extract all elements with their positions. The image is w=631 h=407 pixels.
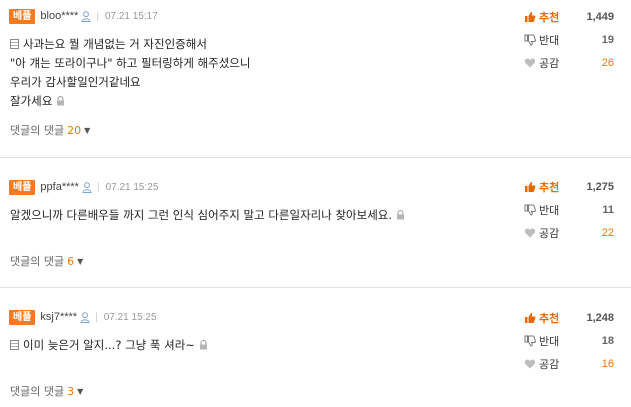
sympathy-count: 16 bbox=[601, 357, 614, 370]
vote-panel: 추천 1,449 반대 19 공감 26 bbox=[524, 5, 614, 74]
comment-date: 07.21 15:17 bbox=[104, 10, 158, 22]
replies-toggle[interactable]: 댓글의 댓글 3 ▼ bbox=[10, 383, 83, 399]
oppose-button[interactable]: 반대 11 bbox=[524, 198, 614, 221]
vote-panel: 추천 1,248 반대 18 공감 16 bbox=[524, 306, 614, 375]
chevron-down-icon: ▼ bbox=[77, 386, 84, 396]
best-badge: 베플 bbox=[9, 179, 36, 195]
thumbs-up-icon bbox=[525, 11, 536, 22]
thumbs-down-icon bbox=[524, 335, 536, 347]
oppose-button[interactable]: 반대 18 bbox=[524, 329, 614, 352]
chevron-down-icon: ▼ bbox=[77, 256, 84, 266]
divider bbox=[0, 157, 631, 158]
recommend-count: 1,275 bbox=[586, 180, 614, 193]
memo-icon bbox=[10, 340, 19, 350]
oppose-count: 19 bbox=[601, 33, 614, 46]
thumbs-up-icon bbox=[525, 312, 536, 323]
separator: | bbox=[95, 311, 98, 323]
username[interactable]: ppfa**** bbox=[40, 181, 79, 193]
replies-label: 댓글의 댓글 bbox=[10, 385, 65, 398]
separator: | bbox=[96, 10, 99, 22]
comment-text-line: "아 걔는 또라이구나" 하고 필터링하게 해주셨으니 bbox=[10, 56, 251, 70]
comment-date: 07.21 15:25 bbox=[105, 181, 159, 193]
comment-text-line: 알겠으니까 다른배우들 까지 그런 인식 심어주지 말고 다른일자리나 찾아보세… bbox=[10, 208, 393, 222]
comment-item: 베플 ppfa**** | 07.21 15:25 알겠으니까 다른배우들 까지… bbox=[0, 172, 631, 282]
recommend-count: 1,449 bbox=[586, 10, 614, 23]
comment-body: 사과는요 뭘 개념없는 거 자진인증해서 "아 걔는 또라이구나" 하고 필터링… bbox=[10, 35, 250, 111]
best-badge: 베플 bbox=[9, 8, 36, 24]
recommend-button[interactable]: 추천 1,275 bbox=[524, 175, 614, 198]
lock-icon bbox=[199, 340, 207, 350]
replies-label: 댓글의 댓글 bbox=[10, 124, 65, 137]
comment-text-line: 잘가세요 bbox=[10, 94, 53, 108]
comment-text-line: 사과는요 뭘 개념없는 거 자진인증해서 bbox=[23, 37, 207, 51]
sympathy-button[interactable]: 공감 22 bbox=[524, 221, 614, 244]
replies-toggle[interactable]: 댓글의 댓글 6 ▼ bbox=[10, 253, 83, 269]
vote-panel: 추천 1,275 반대 11 공감 22 bbox=[524, 175, 614, 244]
comment-item: 베플 ksj7**** | 07.21 15:25 이미 늦은거 알지...? … bbox=[0, 302, 631, 407]
comment-meta: 베플 ksj7**** | 07.21 15:25 bbox=[9, 309, 157, 325]
username[interactable]: ksj7**** bbox=[40, 311, 77, 323]
comment-item: 베플 bloo**** | 07.21 15:17 사과는요 뭘 개념없는 거 … bbox=[0, 0, 631, 150]
best-badge: 베플 bbox=[9, 309, 36, 325]
comment-meta: 베플 ppfa**** | 07.21 15:25 bbox=[9, 179, 158, 195]
heart-icon bbox=[524, 58, 536, 67]
replies-count: 3 bbox=[67, 384, 75, 398]
user-icon bbox=[80, 311, 90, 323]
sympathy-count: 22 bbox=[601, 226, 614, 239]
lock-icon bbox=[57, 96, 65, 106]
oppose-count: 11 bbox=[602, 203, 614, 216]
oppose-count: 18 bbox=[601, 334, 614, 347]
sympathy-button[interactable]: 공감 16 bbox=[524, 352, 614, 375]
oppose-label: 반대 bbox=[539, 33, 560, 47]
comment-meta: 베플 bloo**** | 07.21 15:17 bbox=[9, 8, 158, 24]
comment-body: 알겠으니까 다른배우들 까지 그런 인식 심어주지 말고 다른일자리나 찾아보세… bbox=[10, 206, 405, 225]
separator: | bbox=[96, 181, 100, 193]
comment-text-line: 우리가 감사할일인거같네요 bbox=[10, 75, 141, 89]
heart-icon bbox=[524, 359, 536, 368]
oppose-label: 반대 bbox=[539, 203, 560, 217]
sympathy-button[interactable]: 공감 26 bbox=[524, 51, 614, 74]
comment-date: 07.21 15:25 bbox=[103, 311, 157, 323]
sympathy-label: 공감 bbox=[539, 226, 560, 240]
divider bbox=[0, 287, 631, 288]
recommend-label: 추천 bbox=[539, 10, 560, 24]
recommend-label: 추천 bbox=[539, 180, 560, 194]
replies-count: 20 bbox=[67, 123, 82, 137]
thumbs-down-icon bbox=[524, 34, 536, 46]
heart-icon bbox=[524, 228, 536, 237]
chevron-down-icon: ▼ bbox=[84, 125, 91, 135]
oppose-button[interactable]: 반대 19 bbox=[524, 28, 614, 51]
user-icon bbox=[82, 181, 92, 193]
user-icon bbox=[81, 10, 91, 22]
oppose-label: 반대 bbox=[539, 334, 560, 348]
comment-text-line: 이미 늦은거 알지...? 그냥 푹 셔라~ bbox=[23, 338, 195, 352]
sympathy-label: 공감 bbox=[539, 56, 560, 70]
thumbs-down-icon bbox=[524, 204, 536, 216]
recommend-count: 1,248 bbox=[586, 311, 614, 324]
username[interactable]: bloo**** bbox=[40, 10, 78, 22]
replies-label: 댓글의 댓글 bbox=[10, 255, 65, 268]
lock-icon bbox=[397, 210, 405, 220]
comment-body: 이미 늦은거 알지...? 그냥 푹 셔라~ bbox=[10, 336, 208, 355]
recommend-button[interactable]: 추천 1,449 bbox=[524, 5, 614, 28]
replies-count: 6 bbox=[67, 254, 75, 268]
memo-icon bbox=[10, 39, 19, 49]
sympathy-count: 26 bbox=[601, 56, 614, 69]
replies-toggle[interactable]: 댓글의 댓글 20 ▼ bbox=[10, 122, 90, 138]
sympathy-label: 공감 bbox=[539, 357, 560, 371]
recommend-button[interactable]: 추천 1,248 bbox=[524, 306, 614, 329]
recommend-label: 추천 bbox=[539, 311, 560, 325]
thumbs-up-icon bbox=[525, 181, 536, 192]
